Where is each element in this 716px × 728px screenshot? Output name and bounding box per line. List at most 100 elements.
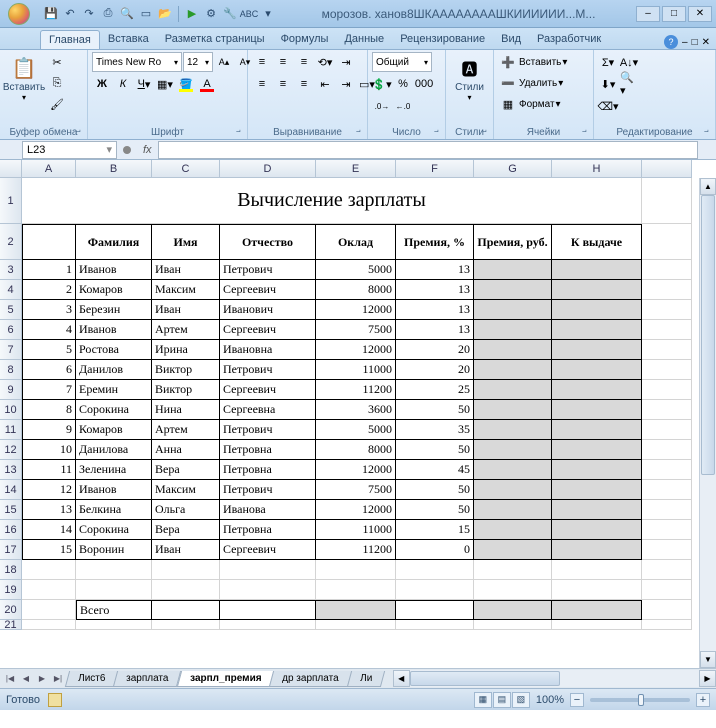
- cell[interactable]: [642, 300, 692, 320]
- hscroll-thumb[interactable]: [410, 671, 560, 686]
- cell[interactable]: Данилова: [76, 440, 152, 460]
- row-header[interactable]: 4: [0, 280, 22, 300]
- cell[interactable]: 50: [396, 400, 474, 420]
- cell[interactable]: 7500: [316, 480, 396, 500]
- cell[interactable]: [642, 224, 692, 260]
- font-name-combo[interactable]: Times New Ro▾: [92, 52, 182, 72]
- vbe-icon[interactable]: 🔧: [222, 6, 238, 22]
- cell[interactable]: 8: [22, 400, 76, 420]
- cell[interactable]: [474, 560, 552, 580]
- row-header[interactable]: 5: [0, 300, 22, 320]
- comma-icon[interactable]: 000: [414, 74, 434, 94]
- cell[interactable]: [552, 580, 642, 600]
- cell[interactable]: Петрович: [220, 260, 316, 280]
- cell[interactable]: [642, 520, 692, 540]
- cell[interactable]: Иванович: [220, 300, 316, 320]
- worksheet-grid[interactable]: ABCDEFGH 1Вычисление зарплаты2ФамилияИмя…: [0, 160, 716, 668]
- fill-icon[interactable]: ⬇▾: [598, 74, 618, 94]
- cell[interactable]: 50: [396, 480, 474, 500]
- cell[interactable]: [552, 260, 642, 280]
- align-center-icon[interactable]: ≡: [273, 74, 293, 94]
- zoom-out-button[interactable]: −: [570, 693, 584, 707]
- col-header-A[interactable]: A: [22, 160, 76, 178]
- open-icon[interactable]: 📂: [157, 6, 173, 22]
- cell[interactable]: [76, 560, 152, 580]
- cell[interactable]: [642, 340, 692, 360]
- macro-record-icon[interactable]: [48, 693, 62, 707]
- prev-sheet-button[interactable]: ◀: [18, 671, 34, 687]
- cell[interactable]: Белкина: [76, 500, 152, 520]
- cell[interactable]: 12000: [316, 340, 396, 360]
- cell[interactable]: 45: [396, 460, 474, 480]
- format-painter-icon[interactable]: 🖌: [47, 94, 67, 114]
- last-sheet-button[interactable]: ▶|: [50, 671, 66, 687]
- cell[interactable]: [642, 560, 692, 580]
- cell[interactable]: [220, 620, 316, 630]
- row-header[interactable]: 17: [0, 540, 22, 560]
- cell[interactable]: [552, 420, 642, 440]
- clear-icon[interactable]: ⌫▾: [598, 96, 618, 116]
- autosum-icon[interactable]: Σ▾: [598, 52, 618, 72]
- cell[interactable]: [474, 300, 552, 320]
- row-header[interactable]: 6: [0, 320, 22, 340]
- ribbon-tab-3[interactable]: Формулы: [273, 30, 337, 49]
- ribbon-tab-7[interactable]: Разработчик: [529, 30, 609, 49]
- cell[interactable]: [474, 400, 552, 420]
- cell[interactable]: [474, 320, 552, 340]
- cell[interactable]: [642, 420, 692, 440]
- font-size-combo[interactable]: 12▾: [183, 52, 213, 72]
- cell[interactable]: [474, 460, 552, 480]
- row-header[interactable]: 15: [0, 500, 22, 520]
- cell[interactable]: Сергеевич: [220, 280, 316, 300]
- redo-icon[interactable]: ↷: [81, 6, 97, 22]
- cell[interactable]: Комаров: [76, 280, 152, 300]
- align-top-icon[interactable]: ≡: [252, 52, 272, 72]
- cell[interactable]: [316, 620, 396, 630]
- sheet-tab-3[interactable]: др зарплата: [269, 671, 352, 687]
- cell[interactable]: Сергеевна: [220, 400, 316, 420]
- cell[interactable]: Вера: [152, 460, 220, 480]
- col-header-H[interactable]: H: [552, 160, 642, 178]
- cell[interactable]: Ольга: [152, 500, 220, 520]
- cell[interactable]: 14: [22, 520, 76, 540]
- cell[interactable]: 5000: [316, 420, 396, 440]
- cell[interactable]: 20: [396, 340, 474, 360]
- row-header[interactable]: 7: [0, 340, 22, 360]
- ribbon-tab-2[interactable]: Разметка страницы: [157, 30, 273, 49]
- cell[interactable]: [642, 580, 692, 600]
- first-sheet-button[interactable]: |◀: [2, 671, 18, 687]
- cell[interactable]: [474, 340, 552, 360]
- cell[interactable]: [474, 440, 552, 460]
- cell[interactable]: Сорокина: [76, 520, 152, 540]
- cell[interactable]: Иванов: [76, 260, 152, 280]
- cell[interactable]: Сергеевич: [220, 540, 316, 560]
- cell[interactable]: Максим: [152, 280, 220, 300]
- cell[interactable]: 25: [396, 380, 474, 400]
- macro-icon[interactable]: ⚙: [203, 6, 219, 22]
- zoom-slider[interactable]: [590, 698, 690, 702]
- help-icon[interactable]: ?: [664, 35, 678, 49]
- cell[interactable]: 12: [22, 480, 76, 500]
- border-icon[interactable]: ▦▾: [155, 74, 175, 94]
- next-sheet-button[interactable]: ▶: [34, 671, 50, 687]
- zoom-in-button[interactable]: +: [696, 693, 710, 707]
- cell[interactable]: [552, 340, 642, 360]
- cell[interactable]: Виктор: [152, 360, 220, 380]
- cell[interactable]: 12000: [316, 500, 396, 520]
- col-header-F[interactable]: F: [396, 160, 474, 178]
- cell[interactable]: [22, 580, 76, 600]
- scroll-down-button[interactable]: ▼: [700, 651, 716, 668]
- sheet-tab-4[interactable]: Ли: [346, 671, 384, 687]
- select-all-corner[interactable]: [0, 160, 22, 178]
- row-header[interactable]: 2: [0, 224, 22, 260]
- cell[interactable]: 13: [396, 260, 474, 280]
- cell[interactable]: 11200: [316, 540, 396, 560]
- cell[interactable]: Иван: [152, 540, 220, 560]
- cut-icon[interactable]: ✂: [47, 52, 67, 72]
- cell[interactable]: Ирина: [152, 340, 220, 360]
- sort-icon[interactable]: A↓▾: [619, 52, 639, 72]
- copy-icon[interactable]: ⎘: [47, 73, 67, 93]
- cell[interactable]: [552, 460, 642, 480]
- cell[interactable]: [474, 520, 552, 540]
- row-header[interactable]: 19: [0, 580, 22, 600]
